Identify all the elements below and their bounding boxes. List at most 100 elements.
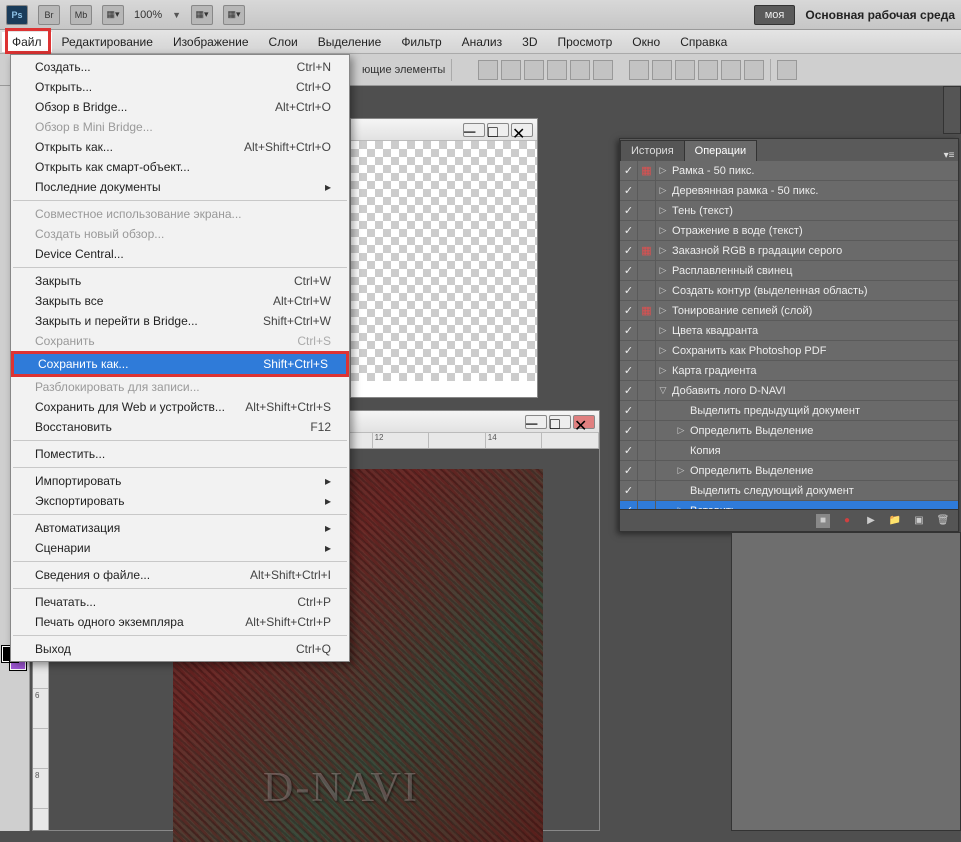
menu-item: СохранитьCtrl+S — [11, 331, 349, 351]
align-icon[interactable] — [501, 60, 521, 80]
record-icon[interactable]: ● — [840, 514, 854, 528]
distribute-icon[interactable] — [744, 60, 764, 80]
menu-окно[interactable]: Окно — [622, 32, 670, 52]
doc-arrange-icon[interactable]: ▦▾ — [102, 5, 124, 25]
action-item[interactable]: ✓▦▷Заказной RGB в градации серого — [620, 241, 958, 261]
new-action-icon[interactable]: ▣ — [912, 514, 926, 528]
transparent-canvas — [351, 141, 537, 381]
actions-footer: ■ ● ▶ 📁 ▣ 🗑 — [620, 509, 958, 531]
menu-item[interactable]: ВосстановитьF12 — [11, 417, 349, 437]
menu-item[interactable]: Открыть...Ctrl+O — [11, 77, 349, 97]
align-icon[interactable] — [593, 60, 613, 80]
play-icon[interactable]: ▶ — [864, 514, 878, 528]
menu-редактирование[interactable]: Редактирование — [52, 32, 163, 52]
action-item[interactable]: ✓▷Вставить — [620, 501, 958, 509]
auto-align-icon[interactable] — [777, 60, 797, 80]
tab-actions[interactable]: Операции — [684, 140, 757, 161]
menu-item[interactable]: Сохранить для Web и устройств...Alt+Shif… — [11, 397, 349, 417]
maximize-icon[interactable]: □ — [487, 123, 509, 137]
panel-menu-icon[interactable]: ▾≡ — [940, 150, 958, 161]
menu-item[interactable]: ЗакрытьCtrl+W — [11, 271, 349, 291]
menu-item[interactable]: Закрыть и перейти в Bridge...Shift+Ctrl+… — [11, 311, 349, 331]
zoom-level[interactable]: 100% — [134, 9, 162, 21]
menu-item[interactable]: ВыходCtrl+Q — [11, 639, 349, 659]
zoom-dropdown-icon[interactable]: ▼ — [172, 10, 181, 20]
menu-item[interactable]: Автоматизация▸ — [11, 518, 349, 538]
align-icon[interactable] — [547, 60, 567, 80]
menu-фильтр[interactable]: Фильтр — [391, 32, 451, 52]
options-label: ющие элементы — [362, 64, 445, 76]
action-item[interactable]: ✓Выделить следующий документ — [620, 481, 958, 501]
menu-item[interactable]: Создать...Ctrl+N — [11, 57, 349, 77]
menu-item[interactable]: Обзор в Bridge...Alt+Ctrl+O — [11, 97, 349, 117]
file-menu-dropdown: Создать...Ctrl+NОткрыть...Ctrl+OОбзор в … — [10, 54, 350, 662]
screen-mode-icon[interactable]: ▦▾ — [191, 5, 213, 25]
bridge-icon[interactable]: Br — [38, 5, 60, 25]
menu-выделение[interactable]: Выделение — [308, 32, 392, 52]
trash-icon[interactable]: 🗑 — [936, 514, 950, 528]
minimize-icon[interactable]: ─ — [525, 415, 547, 429]
menu-item: Разблокировать для записи... — [11, 377, 349, 397]
action-item[interactable]: ✓▽Добавить лого D-NAVI — [620, 381, 958, 401]
close-icon[interactable]: ✕ — [573, 415, 595, 429]
menu-bar: ФайлРедактированиеИзображениеСлоиВыделен… — [0, 30, 961, 54]
menu-item[interactable]: Экспортировать▸ — [11, 491, 349, 511]
action-item[interactable]: ✓Копия — [620, 441, 958, 461]
action-item[interactable]: ✓▷Расплавленный свинец — [620, 261, 958, 281]
action-item[interactable]: ✓▷Деревянная рамка - 50 пикс. — [620, 181, 958, 201]
menu-item[interactable]: Печатать...Ctrl+P — [11, 592, 349, 612]
align-icon[interactable] — [524, 60, 544, 80]
menu-item[interactable]: Импортировать▸ — [11, 471, 349, 491]
minimize-icon[interactable]: ─ — [463, 123, 485, 137]
action-item[interactable]: ✓▦▷Рамка - 50 пикс. — [620, 161, 958, 181]
distribute-icon[interactable] — [629, 60, 649, 80]
menu-файл[interactable]: Файл — [2, 32, 52, 52]
menu-просмотр[interactable]: Просмотр — [547, 32, 622, 52]
action-item[interactable]: ✓▦▷Тонирование сепией (слой) — [620, 301, 958, 321]
action-item[interactable]: ✓▷Тень (текст) — [620, 201, 958, 221]
extras-icon[interactable]: ▦▾ — [223, 5, 245, 25]
action-item[interactable]: ✓▷Сохранить как Photoshop PDF — [620, 341, 958, 361]
distribute-icon[interactable] — [698, 60, 718, 80]
align-icon[interactable] — [570, 60, 590, 80]
action-item[interactable]: ✓▷Определить Выделение — [620, 461, 958, 481]
panel-tabs: История Операции ▾≡ — [620, 139, 958, 161]
distribute-icon[interactable] — [652, 60, 672, 80]
menu-item[interactable]: Открыть как...Alt+Shift+Ctrl+O — [11, 137, 349, 157]
action-item[interactable]: ✓▷Отражение в воде (текст) — [620, 221, 958, 241]
ps-icon: Ps — [6, 5, 28, 25]
tab-history[interactable]: История — [620, 140, 685, 161]
right-panel-empty — [731, 532, 961, 831]
my-button[interactable]: моя — [754, 5, 796, 25]
menu-item[interactable]: Последние документы▸ — [11, 177, 349, 197]
close-icon[interactable]: ✕ — [511, 123, 533, 137]
action-item[interactable]: ✓▷Цвета квадранта — [620, 321, 958, 341]
menu-справка[interactable]: Справка — [670, 32, 737, 52]
action-item[interactable]: ✓▷Определить Выделение — [620, 421, 958, 441]
menu-слои[interactable]: Слои — [259, 32, 308, 52]
workspace-label[interactable]: Основная рабочая среда — [805, 8, 955, 22]
action-item[interactable]: ✓Выделить предыдущий документ — [620, 401, 958, 421]
distribute-icon[interactable] — [675, 60, 695, 80]
menu-item[interactable]: Device Central... — [11, 244, 349, 264]
menu-item: Обзор в Mini Bridge... — [11, 117, 349, 137]
menu-item[interactable]: Печать одного экземпляраAlt+Shift+Ctrl+P — [11, 612, 349, 632]
minibridge-icon[interactable]: Mb — [70, 5, 92, 25]
menu-изображение[interactable]: Изображение — [163, 32, 259, 52]
menu-item[interactable]: Поместить... — [11, 444, 349, 464]
new-set-icon[interactable]: 📁 — [888, 514, 902, 528]
menu-item[interactable]: Сохранить как...Shift+Ctrl+S — [11, 351, 349, 377]
align-icon[interactable] — [478, 60, 498, 80]
stop-icon[interactable]: ■ — [816, 514, 830, 528]
menu-item[interactable]: Закрыть всеAlt+Ctrl+W — [11, 291, 349, 311]
menu-item[interactable]: Сценарии▸ — [11, 538, 349, 558]
menu-3d[interactable]: 3D — [512, 32, 547, 52]
action-item[interactable]: ✓▷Карта градиента — [620, 361, 958, 381]
distribute-icon[interactable] — [721, 60, 741, 80]
action-item[interactable]: ✓▷Создать контур (выделенная область) — [620, 281, 958, 301]
menu-анализ[interactable]: Анализ — [452, 32, 513, 52]
menu-item[interactable]: Сведения о файле...Alt+Shift+Ctrl+I — [11, 565, 349, 585]
maximize-icon[interactable]: □ — [549, 415, 571, 429]
collapsed-panel[interactable] — [943, 86, 961, 134]
menu-item[interactable]: Открыть как смарт-объект... — [11, 157, 349, 177]
